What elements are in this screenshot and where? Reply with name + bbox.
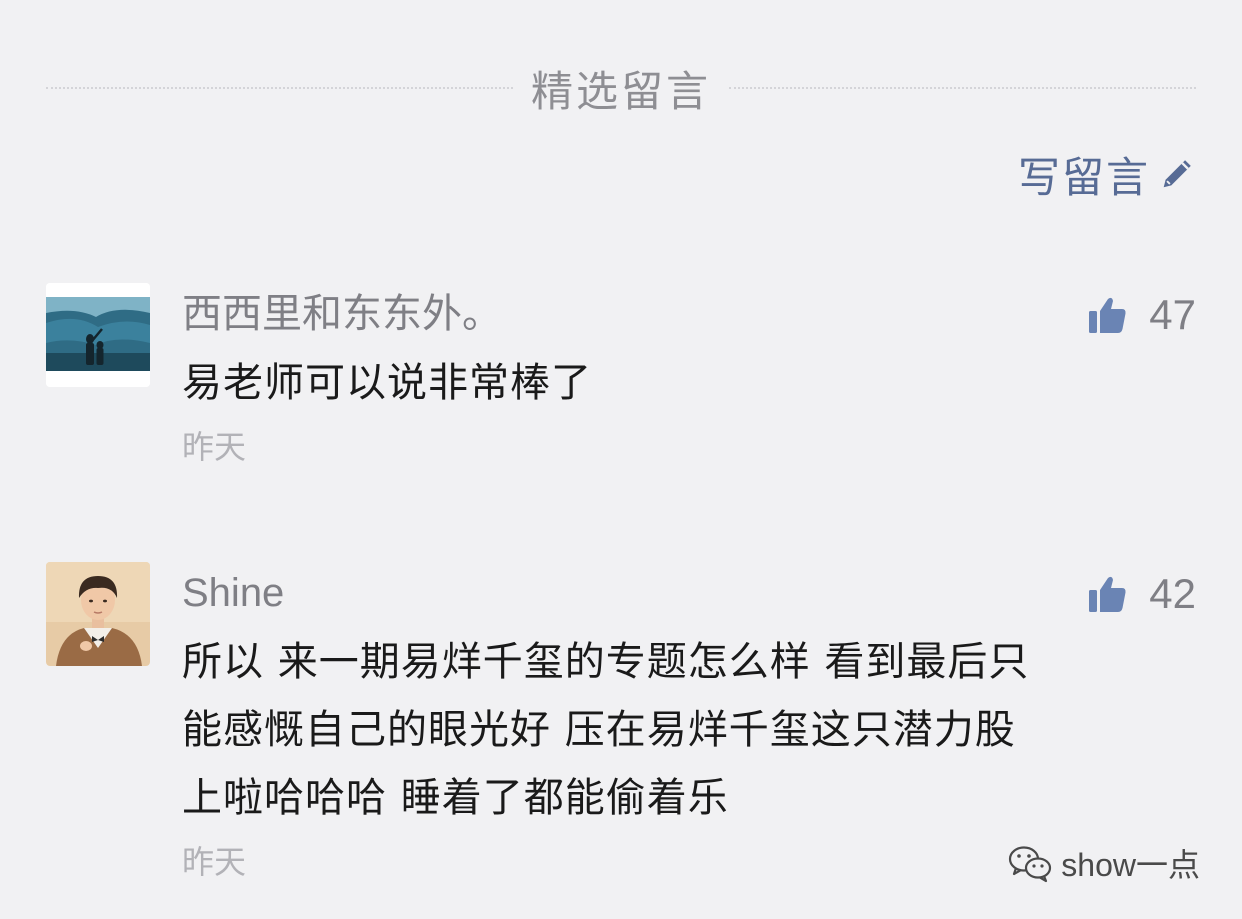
comments-page: 精选留言 写留言 西西里和东东外。 易老师可以说非常棒了 昨天 47 Shine… bbox=[0, 0, 1242, 919]
watermark: show一点 bbox=[1007, 841, 1200, 885]
avatar[interactable] bbox=[46, 562, 150, 666]
pencil-icon bbox=[1163, 160, 1191, 188]
thumbs-up-icon bbox=[1089, 576, 1126, 612]
avatar[interactable] bbox=[46, 283, 150, 387]
watermark-text: show一点 bbox=[1061, 847, 1200, 883]
portrait-avatar-image bbox=[46, 562, 150, 666]
comment-content: 易老师可以说非常棒了 bbox=[182, 360, 592, 406]
section-title: 精选留言 bbox=[531, 66, 712, 116]
like-count: 42 bbox=[1149, 570, 1196, 617]
comment-nickname: 西西里和东东外。 bbox=[182, 292, 502, 336]
like-count: 47 bbox=[1149, 291, 1196, 338]
divider-right bbox=[729, 87, 1197, 89]
comment-nickname: Shine bbox=[182, 571, 285, 615]
thumbs-up-icon bbox=[1089, 297, 1126, 333]
comment-body: Shine 所以 来一期易烊千玺的专题怎么样 看到最后只 能感慨自己的眼光好 压… bbox=[182, 562, 1196, 886]
wechat-icon bbox=[1009, 846, 1052, 883]
divider-left bbox=[46, 87, 513, 89]
comment-content: 所以 来一期易烊千玺的专题怎么样 看到最后只 能感慨自己的眼光好 压在易烊千玺这… bbox=[182, 639, 1030, 821]
comment-body: 西西里和东东外。 易老师可以说非常棒了 昨天 bbox=[182, 283, 1196, 471]
write-comment-button[interactable]: 写留言 bbox=[1018, 146, 1196, 202]
write-comment-label: 写留言 bbox=[1017, 152, 1150, 202]
scenery-avatar-image bbox=[46, 283, 150, 387]
like-button[interactable]: 47 bbox=[1087, 287, 1196, 343]
like-button[interactable]: 42 bbox=[1087, 566, 1196, 622]
comment-time: 昨天 bbox=[182, 428, 247, 466]
section-header: 精选留言 bbox=[46, 56, 1197, 120]
